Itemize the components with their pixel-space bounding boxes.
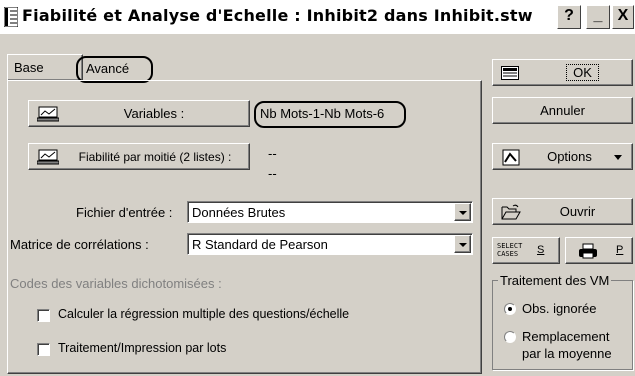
split-half-value-1: -- [268,146,277,161]
dichotomous-label: Codes des variables dichotomisées : [10,276,222,291]
ok-icon [501,66,519,80]
variables-icon [37,106,59,122]
mv-option-ignore-radio[interactable] [504,303,516,315]
select-cases-button[interactable]: SELECT CASES S [492,237,560,264]
chevron-down-icon[interactable] [454,203,471,221]
corr-matrix-value: R Standard de Pearson [192,237,328,252]
chevron-down-icon [614,155,622,160]
close-button[interactable]: X [612,5,634,29]
minimize-button[interactable]: _ [586,5,610,29]
regression-checkbox-label: Calculer la régression multiple des ques… [58,307,350,321]
print-p: P [616,244,624,256]
help-button[interactable]: ? [557,5,581,29]
folder-open-icon [501,204,521,220]
batch-checkbox-label: Traitement/Impression par lots [58,341,227,355]
open-button-label: Ouvrir [559,204,596,219]
print-button[interactable]: P [565,237,633,264]
options-button[interactable]: Options [492,143,633,170]
variables-button-label: Variables : [123,106,185,121]
window-title: Fiabilité et Analyse d'Echelle : Inhibit… [22,6,533,25]
ok-button[interactable]: OK [492,59,633,86]
cancel-button-label: Annuler [540,103,585,118]
chevron-down-icon[interactable] [454,235,471,253]
mv-option-replace-radio[interactable] [504,331,516,343]
input-file-label: Fichier d'entrée : [76,205,173,220]
batch-checkbox[interactable] [37,343,50,356]
dialog-window: Fiabilité et Analyse d'Echelle : Inhibit… [0,0,635,376]
split-half-value-2: -- [268,166,277,181]
split-half-icon [37,149,59,165]
radio-selected-dot [508,307,512,311]
variables-value: Nb Mots-1-Nb Mots-6 [260,106,385,121]
corr-matrix-select[interactable]: R Standard de Pearson [187,233,473,255]
mv-option-replace-label-2: par la moyenne [522,346,612,361]
options-icon [502,149,520,166]
corr-matrix-label: Matrice de corrélations : [10,237,149,252]
mv-option-replace-label-1: Remplacement [522,329,610,344]
mv-option-ignore-label: Obs. ignorée [522,301,597,316]
regression-checkbox[interactable] [37,309,50,322]
variables-button[interactable]: Variables : [28,100,250,127]
mv-group-title: Traitement des VM [498,273,612,288]
cancel-button[interactable]: Annuler [492,97,633,124]
ok-button-label: OK [566,64,599,81]
title-bar[interactable]: Fiabilité et Analyse d'Echelle : Inhibit… [0,0,635,34]
tab-base[interactable]: Base [7,54,83,80]
split-half-button-label: Fiabilité par moitié (2 listes) : [78,149,232,164]
select-cases-s: S [537,244,545,256]
split-half-button[interactable]: Fiabilité par moitié (2 listes) : [28,143,250,170]
select-cases-label: SELECT CASES [497,242,523,258]
open-button[interactable]: Ouvrir [492,198,633,225]
options-button-label: Options [547,149,592,164]
tab-avance[interactable]: Avancé [86,61,129,76]
tab-base-label: Base [14,60,44,75]
input-file-value: Données Brutes [192,205,286,220]
input-file-select[interactable]: Données Brutes [187,201,473,223]
printer-icon [579,243,597,259]
app-icon [4,7,18,27]
